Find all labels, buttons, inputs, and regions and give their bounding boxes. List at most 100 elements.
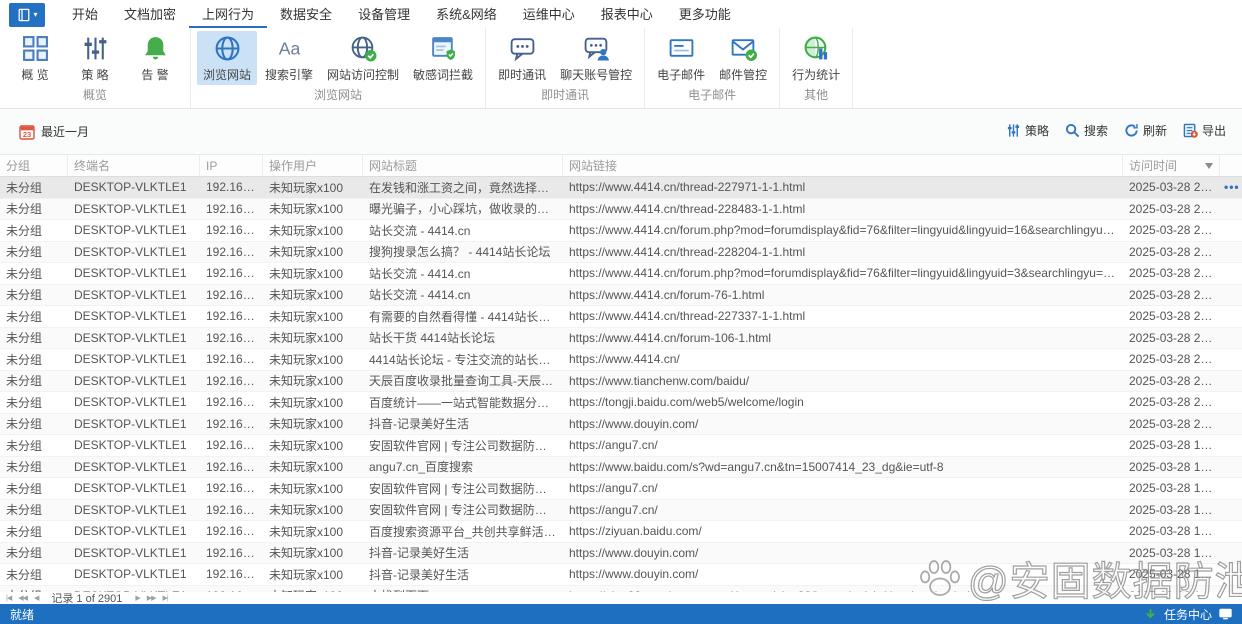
table-row[interactable]: 未分组DESKTOP-VLKTLE1192.168.31.27未知玩家x100a… [0,457,1242,479]
ribbon-tool-label: 聊天账号管控 [560,66,632,83]
cell-group: 未分组 [0,501,68,518]
cell-ip: 192.168.31.27 [200,202,263,216]
cell-ip: 192.168.31.27 [200,438,263,452]
cell-title: 搜狗搜录怎么搞？ - 4414站长论坛 [363,243,563,260]
cell-user: 未知玩家x100 [263,523,363,540]
cell-user: 未知玩家x100 [263,200,363,217]
tab-system-network[interactable]: 系统&网络 [423,0,510,28]
date-range-filter[interactable]: 23 最近一月 [19,123,89,140]
globe-check-icon [350,35,377,62]
cell-title: 站长交流 - 4414.cn [363,222,563,239]
cell-url: https://ziyuan.baidu.com/ [563,524,1123,538]
date-range-label: 最近一月 [41,123,89,140]
table-body: 未分组DESKTOP-VLKTLE1192.168.31.27未知玩家x100在… [0,177,1242,592]
column-header-url[interactable]: 网站链接 [563,155,1123,176]
ribbon-tool-alert[interactable]: 告 警 [126,31,184,85]
column-header-title[interactable]: 网站标题 [363,155,563,176]
ribbon-tool-email-control[interactable]: 邮件管控 [713,31,773,85]
cell-title: 安固软件官网 | 专注公司数据防泄漏(DLP)， [363,437,563,454]
column-header-ip[interactable]: IP [200,155,263,176]
next-page-button[interactable]: ▶ [135,594,139,602]
table-row[interactable]: 未分组DESKTOP-VLKTLE1192.168.31.27未知玩家x1004… [0,349,1242,371]
tab-ops-center[interactable]: 运维中心 [510,0,588,28]
cell-title: 百度搜索资源平台_共创共享鲜活搜索 [363,523,563,540]
table-row[interactable]: 未分组DESKTOP-VLKTLE1192.168.31.27未知玩家x100站… [0,285,1242,307]
ribbon-tool-chat-account-control[interactable]: 聊天账号管控 [554,31,638,85]
table-row[interactable]: 未分组DESKTOP-VLKTLE1192.168.31.27未知玩家x100百… [0,392,1242,414]
ribbon-tool-website-access-control[interactable]: 网站访问控制 [321,31,405,85]
tab-device-mgmt[interactable]: 设备管理 [345,0,423,28]
column-header-user[interactable]: 操作用户 [263,155,363,176]
cell-title: 站长干货 4414站长论坛 [363,329,563,346]
cell-time: 2025-03-28 20:00:40 [1123,395,1220,409]
refresh-button[interactable]: 刷新 [1124,122,1167,139]
tab-data-security[interactable]: 数据安全 [267,0,345,28]
first-page-button[interactable]: |◀ [6,594,11,602]
column-header-group[interactable]: 分组 [0,155,68,176]
search-icon [1065,123,1080,138]
column-header-label: 网站标题 [369,157,417,174]
cell-ip: 192.168.31.27 [200,352,263,366]
export-button[interactable]: 导出 [1183,122,1226,139]
ribbon-tool-behavior-stats[interactable]: 行为统计 [786,31,846,85]
download-arrow-icon[interactable] [1144,608,1157,620]
fast-prev-button[interactable]: ◀◀ [18,594,27,602]
ribbon-tool-search-engine[interactable]: Aa搜索引擎 [259,31,319,85]
cell-url: https://angu7.cn/ [563,503,1123,517]
ribbon-tool-instant-messaging[interactable]: 即时通讯 [492,31,552,85]
table-row[interactable]: 未分组DESKTOP-VLKTLE1192.168.31.27未知玩家x100在… [0,177,1242,199]
cell-group: 未分组 [0,458,68,475]
table-row[interactable]: 未分组DESKTOP-VLKTLE1192.168.31.27未知玩家x100安… [0,500,1242,522]
cell-ip: 192.168.31.27 [200,481,263,495]
table-row[interactable]: 未分组DESKTOP-VLKTLE1192.168.31.27未知玩家x100抖… [0,414,1242,436]
ribbon-tool-email[interactable]: 电子邮件 [651,31,711,85]
table-row[interactable]: 未分组DESKTOP-VLKTLE1192.168.31.27未知玩家x100搜… [0,242,1242,264]
task-center-button[interactable]: 任务中心 [1164,606,1212,623]
fast-next-button[interactable]: ▶▶ [147,594,156,602]
column-header-terminal[interactable]: 终端名 [68,155,200,176]
prev-page-button[interactable]: ◀ [34,594,38,602]
cell-user: 未知玩家x100 [263,265,363,282]
tab-more-features[interactable]: 更多功能 [666,0,744,28]
ribbon-tool-label: 浏览网站 [203,66,251,83]
app-menu-button[interactable]: ▾ [9,3,45,27]
last-page-button[interactable]: ▶| [162,594,167,602]
cell-time: 2025-03-28 20:02:09 [1123,266,1220,280]
cell-title: 抖音-记录美好生活 [363,415,563,432]
policy-button[interactable]: 策略 [1006,122,1049,139]
cell-time: 2025-03-28 20:01:50 [1123,331,1220,345]
column-header-time[interactable]: 访问时间 [1123,155,1220,176]
cell-title: 百度统计——一站式智能数据分析与应用平台 [363,394,563,411]
table-row[interactable]: 未分组DESKTOP-VLKTLE1192.168.31.27未知玩家x100曝… [0,199,1242,221]
table-row[interactable]: 未分组DESKTOP-VLKTLE1192.168.31.27未知玩家x100站… [0,220,1242,242]
table-row[interactable]: 未分组DESKTOP-VLKTLE1192.168.31.27未知玩家x100站… [0,328,1242,350]
ribbon-tool-overview[interactable]: 概 览 [6,31,64,85]
row-more-button[interactable]: ••• [1220,180,1242,194]
table-row[interactable]: 未分组DESKTOP-VLKTLE1192.168.31.27未知玩家x100抖… [0,564,1242,586]
cell-group: 未分组 [0,222,68,239]
tab-internet-behavior[interactable]: 上网行为 [189,0,267,28]
search-button[interactable]: 搜索 [1065,122,1108,139]
cell-group: 未分组 [0,437,68,454]
table-row[interactable]: 未分组DESKTOP-VLKTLE1192.168.31.27未知玩家x100天… [0,371,1242,393]
tab-report-center[interactable]: 报表中心 [588,0,666,28]
tab-doc-encrypt[interactable]: 文档加密 [111,0,189,28]
table-row[interactable]: 未分组DESKTOP-VLKTLE1192.168.31.27未知玩家x100安… [0,435,1242,457]
table-row[interactable]: 未分组DESKTOP-VLKTLE1192.168.31.27未知玩家x100安… [0,478,1242,500]
ribbon-tool-label: 邮件管控 [719,66,767,83]
table-row[interactable]: 未分组DESKTOP-VLKTLE1192.168.31.27未知玩家x100百… [0,521,1242,543]
table-row[interactable]: 未分组DESKTOP-VLKTLE1192.168.31.27未知玩家x100抖… [0,543,1242,565]
ribbon-tool-browse-website[interactable]: 浏览网站 [197,31,257,85]
column-header-menu[interactable] [1220,155,1242,176]
ribbon-tool-label: 行为统计 [792,66,840,83]
cell-url: https://www.4414.cn/thread-227337-1-1.ht… [563,309,1123,323]
ribbon-tool-sensitive-word-block[interactable]: 敏感词拦截 [407,31,479,85]
cell-url: https://www.4414.cn/thread-228204-1-1.ht… [563,245,1123,259]
ribbon-tool-policy[interactable]: 策 略 [66,31,124,85]
table-row[interactable]: 未分组DESKTOP-VLKTLE1192.168.31.27未知玩家x100站… [0,263,1242,285]
table-row[interactable]: 未分组DESKTOP-VLKTLE1192.168.31.27未知玩家x100有… [0,306,1242,328]
mail-icon [668,35,695,62]
monitor-icon[interactable] [1219,608,1232,620]
tab-start[interactable]: 开始 [59,0,111,28]
cell-url: https://www.4414.cn/thread-228483-1-1.ht… [563,202,1123,216]
